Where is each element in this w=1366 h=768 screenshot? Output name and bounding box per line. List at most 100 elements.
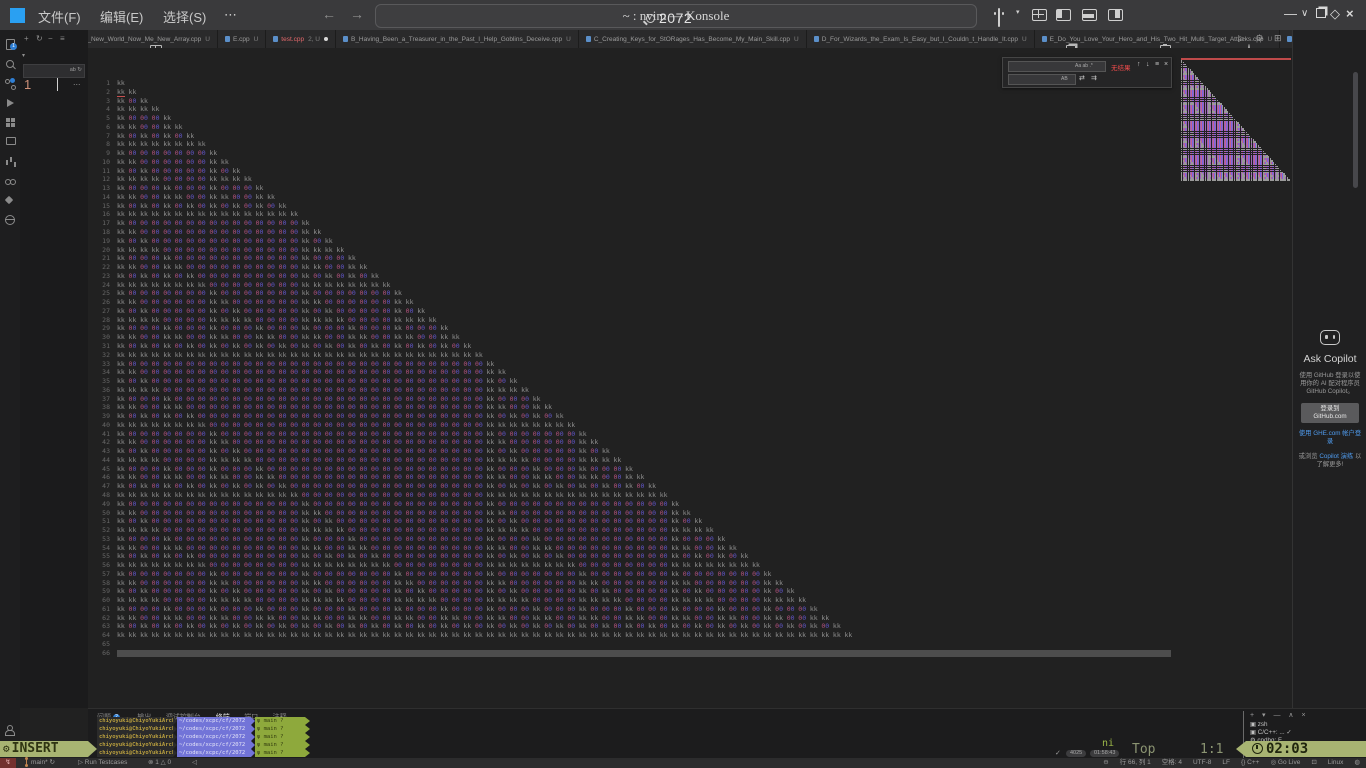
- editor-tab[interactable]: B_Having_Been_a_Treasurer_in_the_Past_I_…: [336, 30, 579, 48]
- back-arrow-icon[interactable]: ←: [322, 6, 336, 22]
- sidebar-action-list-icon[interactable]: ≡: [60, 34, 65, 43]
- find-selection-icon[interactable]: ≡: [1155, 61, 1159, 68]
- copilot-signin-button[interactable]: 登录到GitHub.com: [1301, 403, 1359, 423]
- code-line: 25kk00000000000000kk00000000000000kk0000…: [88, 289, 1171, 298]
- sidebar-action-refresh-icon[interactable]: ↻: [36, 34, 43, 43]
- statusbar-item[interactable]: 空格: 4: [1162, 759, 1182, 766]
- code-line: 13kk000000kk000000kk000000kk: [88, 184, 1171, 193]
- statusbar-item[interactable]: ◎ Go Live: [1270, 759, 1300, 766]
- code-line: 55kk00kk00kk00kk000000000000000000kk00kk…: [88, 552, 1171, 561]
- remote-explorer-icon[interactable]: [4, 135, 16, 147]
- forward-arrow-icon[interactable]: →: [350, 6, 364, 22]
- find-close-icon[interactable]: ×: [1164, 61, 1168, 68]
- menu-edit[interactable]: 编辑(E): [100, 7, 143, 26]
- code-line: 63kk00kk00kk00kk00kk00kk00kk00kk00kk00kk…: [88, 622, 1171, 631]
- remote-indicator[interactable]: ↯: [0, 758, 16, 768]
- statusbar-item[interactable]: LF: [1222, 759, 1230, 766]
- editor-tab[interactable]: test.cpp2, U: [266, 30, 336, 48]
- match-case-icon[interactable]: ab ↻: [70, 67, 82, 73]
- copilot-icon[interactable]: [998, 9, 1000, 27]
- toggle-secondary-sidebar-icon[interactable]: [1108, 9, 1123, 21]
- editor-tab[interactable]: C_Creating_Keys_for_StORages_Has_Become_…: [579, 30, 807, 48]
- copilot-walkthrough-link[interactable]: Copilot 演练: [1319, 453, 1353, 460]
- account-globe-icon[interactable]: [4, 214, 16, 226]
- menu-more[interactable]: ⋯: [224, 7, 237, 23]
- copilot-chevron-icon[interactable]: ▾: [1016, 8, 1020, 16]
- problems-status[interactable]: ⊗ 1 △ 0: [148, 758, 171, 768]
- git-branch-icon: [26, 759, 27, 765]
- branch-status[interactable]: main* ↻: [26, 758, 55, 768]
- terminal-output[interactable]: chiyoyuki@ChiyoYukiArch~/codes/xcpc/cf/2…: [97, 717, 310, 757]
- sidebar-chevron-icon[interactable]: ▾: [22, 52, 25, 59]
- editor-pane[interactable]: 1kk2kkkk3kk00kk4kkkkkkkk5kk000000kk6kkkk…: [88, 48, 1292, 708]
- customize-layout-icon[interactable]: [1032, 9, 1047, 21]
- code-line: 64kkkkkkkkkkkkkkkkkkkkkkkkkkkkkkkkkkkkkk…: [88, 631, 1171, 640]
- command-center[interactable]: ~ : nvim — Konsole 2072: [375, 4, 977, 28]
- sidebar-more-dots[interactable]: ...: [73, 77, 81, 87]
- replace-one-icon[interactable]: ⇄: [1079, 74, 1085, 82]
- scrollbar-thumb[interactable]: [1353, 72, 1358, 188]
- match-case-icon[interactable]: Aa ab .*: [1075, 63, 1093, 69]
- editor-tab[interactable]: D_For_Wizards_the_Exam_Is_Easy_but_I_Cou…: [807, 30, 1035, 48]
- statusbar-item[interactable]: 行 66, 列 1: [1120, 759, 1151, 766]
- account-icon[interactable]: [4, 725, 16, 737]
- close-button[interactable]: ×: [1346, 6, 1354, 21]
- tab-badge: 2, U: [308, 36, 320, 43]
- pin-button[interactable]: ◇: [1330, 6, 1340, 22]
- statusbar-item[interactable]: ⊖: [1103, 759, 1108, 766]
- vscode-logo-icon: [10, 8, 25, 23]
- minimap[interactable]: [1181, 60, 1291, 186]
- run-testcases-button[interactable]: ▷ Run Testcases: [78, 758, 127, 768]
- statusbar-item[interactable]: {} C++: [1241, 759, 1259, 766]
- shell-prompt-line: chiyoyuki@ChiyoYukiArch~/codes/xcpc/cf/2…: [97, 717, 310, 725]
- maximize-chevron-button[interactable]: ∨: [1301, 8, 1308, 19]
- code-line: 7kk00kk00kk00kk: [88, 132, 1171, 141]
- chart-icon[interactable]: [4, 154, 16, 166]
- toggle-sidebar-icon[interactable]: [1056, 9, 1071, 21]
- extensions-icon[interactable]: [4, 116, 16, 128]
- copilot-ghe-link[interactable]: 使用 GHE.com 帐户登录: [1298, 430, 1362, 446]
- find-prev-icon[interactable]: ↑: [1137, 61, 1141, 68]
- sidebar-action-new-icon[interactable]: +: [24, 34, 29, 43]
- secondary-side-bar: Ask Copilot 使用 GitHub 登录以使 用你的 AI 配对程序员 …: [1292, 30, 1366, 708]
- terminal-list-item[interactable]: ▣ zsh: [1250, 721, 1268, 728]
- terminal-header-actions[interactable]: + ▾ — ∧ ×: [1250, 711, 1309, 719]
- find-next-icon[interactable]: ↓: [1146, 61, 1150, 68]
- minimize-button[interactable]: —: [1284, 6, 1297, 21]
- restore-button[interactable]: [1316, 6, 1326, 21]
- megaphone-icon[interactable]: ◁: [192, 758, 197, 768]
- check-icon: ✓: [1286, 729, 1291, 736]
- theme-icon[interactable]: [4, 195, 16, 207]
- menu-file[interactable]: 文件(F): [38, 7, 81, 26]
- code-line: 12kkkkkkkk00000000kkkkkkkk: [88, 175, 1171, 184]
- sync-icon: ↻: [49, 759, 54, 766]
- menu-select[interactable]: 选择(S): [163, 7, 206, 26]
- search-icon: [646, 14, 655, 23]
- statusbar-item[interactable]: ◍: [1354, 759, 1360, 766]
- sidebar-action-collapse-icon[interactable]: −: [48, 34, 53, 43]
- toggle-panel-icon[interactable]: [1082, 9, 1097, 21]
- source-control-icon[interactable]: [4, 78, 16, 90]
- statusbar-item[interactable]: UTF-8: [1193, 759, 1211, 766]
- statusbar-item[interactable]: ⊡: [1311, 759, 1316, 766]
- explorer-icon[interactable]: 1: [4, 38, 16, 50]
- activity-bar: 1 ⚙: [0, 30, 20, 758]
- sidebar-search-input[interactable]: ab ↻: [23, 64, 85, 78]
- run-debug-icon[interactable]: [4, 97, 16, 109]
- code-line: 18kkkk0000000000000000000000000000kkkk: [88, 228, 1171, 237]
- side-bar: + ↻ − ≡ ▾ ab ↻ 1 ...: [20, 30, 88, 708]
- clock-icon: [1252, 743, 1263, 754]
- tab-label: A_New_World_Now_Me_New_Array.cpp: [83, 36, 201, 43]
- tab-label: B_Having_Been_a_Treasurer_in_the_Past_I_…: [351, 36, 562, 43]
- vim-badge: 01:58:43: [1090, 750, 1119, 757]
- editor-tab[interactable]: E.cppU: [218, 30, 266, 48]
- tab-badge: U: [205, 36, 210, 43]
- preserve-case-icon[interactable]: AB: [1061, 76, 1068, 82]
- code-line: 17kk000000000000000000000000000000kk: [88, 219, 1171, 228]
- replace-all-icon[interactable]: ⇉: [1091, 74, 1097, 82]
- references-icon[interactable]: [4, 176, 16, 188]
- search-icon[interactable]: [4, 59, 16, 71]
- statusbar-item[interactable]: Linux: [1328, 759, 1344, 766]
- status-bar: ↯ main* ↻ ▷ Run Testcases ⊗ 1 △ 0 ◁ ⊖ 行 6…: [0, 758, 1366, 768]
- terminal-list-item[interactable]: ▣ C/C++: ... ✓: [1250, 729, 1292, 736]
